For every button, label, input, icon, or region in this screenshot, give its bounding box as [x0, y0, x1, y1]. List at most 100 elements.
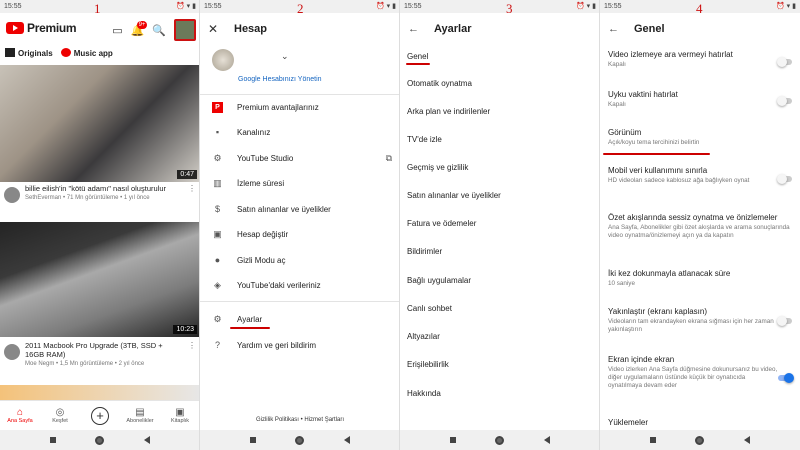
- toggle-switch[interactable]: [777, 174, 792, 184]
- setting-double-tap-seek[interactable]: İki kez dokunmayla atlanacak süre 10 sani…: [608, 269, 778, 288]
- recents-icon[interactable]: [649, 437, 656, 443]
- account-header: ✕ Hesap: [200, 13, 399, 45]
- chevron-down-icon[interactable]: ⌄: [281, 51, 289, 62]
- menu-item-incognito[interactable]: ● Gizli Modu aç: [200, 250, 399, 270]
- footer-links[interactable]: Gizlilik Politikası • Hizmet Şartları: [200, 417, 399, 423]
- settings-item-tv[interactable]: TV'de izle: [407, 135, 442, 144]
- menu-item-settings[interactable]: ⚙ Ayarlar: [200, 309, 399, 329]
- setting-break-reminder[interactable]: Video izlemeye ara vermeyi hatırlat Kapal…: [608, 50, 778, 69]
- channel-avatar[interactable]: [4, 187, 20, 203]
- tab-create[interactable]: +: [82, 406, 118, 425]
- settings-item-notifications[interactable]: Bildirimler: [407, 247, 442, 256]
- chart-icon: ▥: [213, 177, 222, 188]
- back-arrow-icon[interactable]: ←: [608, 23, 634, 35]
- setting-subtitle: Ana Sayfa, Abonelikler gibi özet akışlar…: [608, 224, 790, 239]
- settings-item-autoplay[interactable]: Otomatik oynatma: [407, 79, 472, 88]
- more-options-icon[interactable]: ⋮: [188, 184, 196, 203]
- chip-row: Originals Music app: [0, 43, 199, 63]
- chip-music[interactable]: Music app: [60, 48, 113, 58]
- account-avatar-button[interactable]: [174, 19, 196, 41]
- tab-home[interactable]: ⌂ Ana Sayfa: [2, 407, 38, 424]
- setting-zoom-to-fill[interactable]: Yakınlaştır (ekranı kaplasın) Videoların …: [608, 307, 778, 334]
- menu-item-switch-account[interactable]: ▣ Hesap değiştir: [200, 224, 399, 244]
- setting-title: Yakınlaştır (ekranı kaplasın): [608, 307, 708, 316]
- home-nav-icon[interactable]: [695, 435, 705, 445]
- toggle-switch[interactable]: [778, 373, 794, 383]
- close-icon[interactable]: ✕: [208, 22, 234, 36]
- menu-item-studio[interactable]: ⚙ YouTube Studio ⧉: [200, 148, 399, 168]
- menu-item-channel[interactable]: ▪ Kanalınız: [200, 122, 399, 142]
- settings-item-connected-apps[interactable]: Bağlı uygulamalar: [407, 276, 471, 285]
- search-icon[interactable]: 🔍: [152, 24, 166, 37]
- general-settings-panel: 15:55 ⏰ ▾ ▮ 4 ← Genel Video izlemeye ara …: [600, 0, 800, 450]
- setting-title: Video izlemeye ara vermeyi hatırlat: [608, 50, 733, 59]
- settings-item-history[interactable]: Geçmiş ve gizlilik: [407, 163, 468, 172]
- menu-item-premium[interactable]: P Premium avantajlarınız: [200, 97, 399, 117]
- menu-item-watch-time[interactable]: ▥ İzleme süresi: [200, 173, 399, 193]
- video-channel-info: SethEverman • 71 Mn görüntüleme • 1 yıl …: [25, 195, 150, 201]
- menu-item-label: Kanalınız: [237, 127, 271, 137]
- settings-item-about[interactable]: Hakkında: [407, 389, 441, 398]
- back-nav-icon[interactable]: [344, 436, 351, 444]
- menu-item-purchases[interactable]: $ Satın alınanlar ve üyelikler: [200, 199, 399, 219]
- notifications-icon[interactable]: 🔔 9+: [131, 20, 148, 37]
- settings-item-live-chat[interactable]: Canlı sohbet: [407, 304, 452, 313]
- chip-originals[interactable]: Originals: [5, 48, 53, 58]
- tab-library[interactable]: ▣ Kitaplık: [162, 407, 198, 424]
- setting-subtitle: 10 saniye: [608, 280, 635, 287]
- back-nav-icon[interactable]: [144, 436, 151, 444]
- recents-icon[interactable]: [249, 437, 256, 443]
- channel-avatar[interactable]: [4, 344, 20, 360]
- menu-item-your-data[interactable]: ◈ YouTube'daki verileriniz: [200, 275, 399, 295]
- tab-subscriptions[interactable]: ▤ Abonelikler: [122, 407, 158, 424]
- settings-item-purchases[interactable]: Satın alınanlar ve üyelikler: [407, 191, 501, 200]
- tab-explore[interactable]: ◎ Keşfet: [42, 407, 78, 424]
- back-arrow-icon[interactable]: ←: [408, 23, 434, 35]
- setting-picture-in-picture[interactable]: Ekran içinde ekran Video izlerken Ana Say…: [608, 355, 778, 390]
- cast-icon[interactable]: ▭: [112, 24, 122, 37]
- settings-item-billing[interactable]: Fatura ve ödemeler: [407, 219, 476, 228]
- video-thumbnail[interactable]: 10:23: [0, 222, 199, 337]
- menu-item-help[interactable]: ? Yardım ve geri bildirim: [200, 335, 399, 355]
- status-icons: ⏰ ▾ ▮: [376, 3, 396, 10]
- recents-icon[interactable]: [49, 437, 56, 443]
- home-nav-icon[interactable]: [95, 435, 105, 445]
- switch-account-icon: ▣: [213, 228, 222, 239]
- divider: [200, 301, 399, 302]
- toggle-knob: [777, 57, 787, 67]
- tab-label: Abonelikler: [126, 418, 154, 424]
- settings-item-captions[interactable]: Altyazılar: [407, 332, 440, 341]
- setting-uploads[interactable]: Yüklemeler: [608, 418, 778, 428]
- setting-limit-mobile-data[interactable]: Mobil veri kullanımını sınırla HD videola…: [608, 166, 778, 185]
- home-nav-icon[interactable]: [495, 435, 505, 445]
- settings-item-general[interactable]: Genel: [407, 52, 428, 61]
- back-nav-icon[interactable]: [544, 436, 551, 444]
- video-title[interactable]: 2011 Macbook Pro Upgrade (3TB, SSD + 16G…: [25, 341, 183, 359]
- incognito-icon: ●: [214, 254, 221, 265]
- setting-muted-playback[interactable]: Özet akışlarında sessiz oynatma ve önizl…: [608, 213, 793, 240]
- setting-appearance[interactable]: Görünüm Açık/koyu tema tercihinizi belirt…: [608, 128, 778, 147]
- setting-title: Ekran içinde ekran: [608, 355, 675, 364]
- toggle-switch[interactable]: [777, 57, 792, 67]
- tab-label: Keşfet: [52, 418, 68, 424]
- video-meta: billie eilish'in "kötü adamı" nasıl oluş…: [0, 184, 199, 203]
- manage-google-account-link[interactable]: Google Hesabınızı Yönetin: [238, 76, 322, 83]
- settings-item-accessibility[interactable]: Erişilebilirlik: [407, 360, 449, 369]
- home-nav-icon[interactable]: [295, 435, 305, 445]
- setting-subtitle: Açık/koyu tema tercihinizi belirtin: [608, 139, 700, 146]
- recents-icon[interactable]: [449, 437, 456, 443]
- back-nav-icon[interactable]: [744, 436, 751, 444]
- toggle-switch[interactable]: [777, 316, 792, 326]
- avatar[interactable]: [212, 49, 234, 71]
- toggle-switch[interactable]: [777, 96, 792, 106]
- settings-item-background[interactable]: Arka plan ve indirilenler: [407, 107, 490, 116]
- highlight-underline: [406, 63, 430, 65]
- setting-bedtime-reminder[interactable]: Uyku vaktini hatırlat Kapalı: [608, 90, 778, 109]
- video-title[interactable]: billie eilish'in "kötü adamı" nasıl oluş…: [25, 184, 183, 193]
- video-thumbnail[interactable]: 0:47: [0, 65, 199, 182]
- general-header: ← Genel: [600, 13, 800, 45]
- status-icons: ⏰ ▾ ▮: [576, 3, 596, 10]
- menu-item-label: YouTube'daki verileriniz: [237, 280, 321, 290]
- gear-icon: ⚙: [213, 313, 222, 324]
- more-options-icon[interactable]: ⋮: [188, 341, 196, 367]
